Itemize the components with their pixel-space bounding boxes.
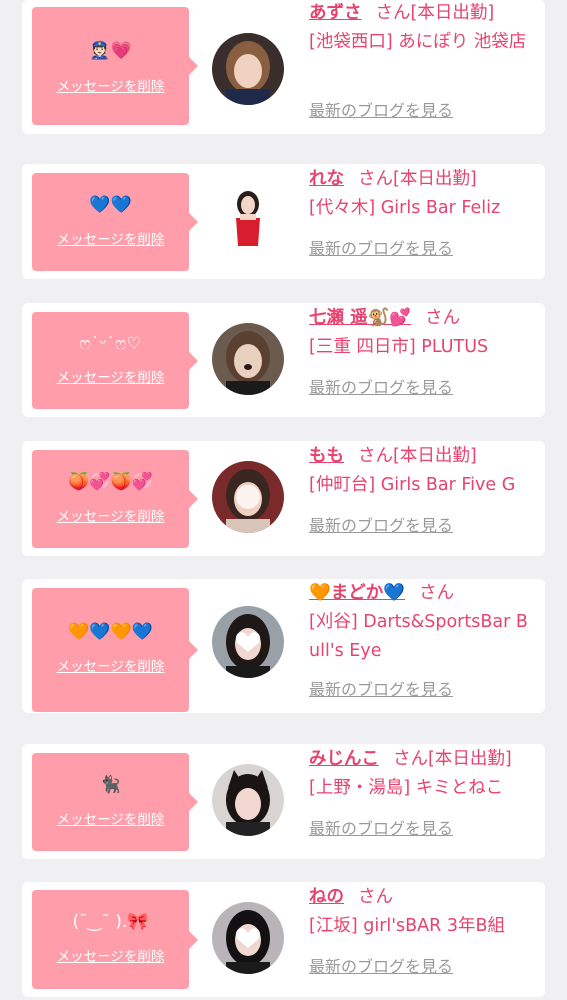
girl-info: 七瀬 遥🐒💕 さん [三重 四日市] PLUTUS [309,304,537,362]
message-text: 🧡💙🧡💙 [68,622,153,642]
honorific: さん [358,887,393,907]
message-card: 👮🏻💗 メッセージを削除 あずさ さん[本日出勤] [池袋西口] あにぽり 池袋店… [22,0,545,134]
avatar[interactable] [212,461,284,533]
girl-name-link[interactable]: あずさ [309,3,362,23]
girl-name-link[interactable]: ねの [309,887,344,907]
shop-info: [仲町台] Girls Bar Five G [309,475,516,495]
delete-message-link[interactable]: メッセージを削除 [32,231,189,249]
message-text: 💙💙 [89,195,132,215]
message-card: 🍑💞🍑💞 メッセージを削除 もも さん[本日出勤] [仲町台] Girls Bar… [22,441,545,556]
girl-name-link[interactable]: もも [309,446,344,466]
shop-info: [三重 四日市] PLUTUS [309,337,489,357]
girl-info: みじんこ さん[本日出勤] [上野・湯島] キミとねこ [309,745,537,803]
honorific: さん [358,446,393,466]
delete-message-link[interactable]: メッセージを削除 [32,369,189,387]
message-text: 🐈‍⬛ [99,775,122,795]
girl-info: ねの さん [江坂] girl'sBAR 3年B組 [309,883,537,941]
attendance-status: [本日出勤] [428,749,512,769]
avatar[interactable] [212,902,284,974]
shop-info: [代々木] Girls Bar Feliz [309,198,501,218]
latest-blog-link[interactable]: 最新のブログを見る [309,956,453,978]
message-bubble: ෆ˙ᵕ˙ෆ♡ メッセージを削除 [32,312,198,409]
message-text: 🍑💞🍑💞 [68,472,153,492]
message-card: (¯‿¯ ).🎀 メッセージを削除 ねの さん [江坂] girl'sBAR 3年… [22,882,545,997]
message-card: 🧡💙🧡💙 メッセージを削除 🧡まどか💙 さん [刈谷] Darts&SportsB… [22,579,545,713]
message-text: ෆ˙ᵕ˙ෆ♡ [79,334,142,354]
shop-info: [刈谷] Darts&SportsBar Bull's Eye [309,612,528,661]
message-text: 👮🏻💗 [89,41,132,61]
attendance-status: [本日出勤] [393,169,477,189]
avatar[interactable] [212,323,284,395]
shop-info: [上野・湯島] キミとねこ [309,778,504,798]
girl-info: 🧡まどか💙 さん [刈谷] Darts&SportsBar Bull's Eye [309,579,537,666]
girl-name-link[interactable]: 七瀬 遥🐒💕 [309,308,411,328]
latest-blog-link[interactable]: 最新のブログを見る [309,377,453,399]
honorific: さん [358,169,393,189]
message-text: (¯‿¯ ).🎀 [72,912,149,932]
honorific: さん [393,749,428,769]
message-bubble: 🧡💙🧡💙 メッセージを削除 [32,588,198,712]
girl-name-link[interactable]: 🧡まどか💙 [309,583,405,603]
latest-blog-link[interactable]: 最新のブログを見る [309,515,453,537]
avatar[interactable] [212,184,284,256]
message-bubble: 🍑💞🍑💞 メッセージを削除 [32,450,198,548]
delete-message-link[interactable]: メッセージを削除 [32,658,189,676]
avatar[interactable] [212,764,284,836]
delete-message-link[interactable]: メッセージを削除 [32,508,189,526]
latest-blog-link[interactable]: 最新のブログを見る [309,100,453,122]
message-bubble: 🐈‍⬛ メッセージを削除 [32,753,198,851]
girl-info: もも さん[本日出勤] [仲町台] Girls Bar Five G [309,442,537,500]
shop-info: [池袋西口] あにぽり 池袋店 [309,32,527,52]
message-bubble: 💙💙 メッセージを削除 [32,173,198,271]
latest-blog-link[interactable]: 最新のブログを見る [309,238,453,260]
delete-message-link[interactable]: メッセージを削除 [32,811,189,829]
message-card: 💙💙 メッセージを削除 れな さん[本日出勤] [代々木] Girls Bar F… [22,164,545,279]
honorific: さん [419,583,455,603]
girl-name-link[interactable]: れな [309,169,344,189]
girl-info: れな さん[本日出勤] [代々木] Girls Bar Feliz [309,165,537,223]
message-bubble: (¯‿¯ ).🎀 メッセージを削除 [32,890,198,989]
message-card: 🐈‍⬛ メッセージを削除 みじんこ さん[本日出勤] [上野・湯島] キミとねこ … [22,744,545,859]
attendance-status: [本日出勤] [393,446,477,466]
avatar[interactable] [212,33,284,105]
delete-message-link[interactable]: メッセージを削除 [32,78,189,96]
honorific: さん [425,308,461,328]
latest-blog-link[interactable]: 最新のブログを見る [309,679,453,701]
girl-info: あずさ さん[本日出勤] [池袋西口] あにぽり 池袋店 [309,0,537,57]
latest-blog-link[interactable]: 最新のブログを見る [309,818,453,840]
delete-message-link[interactable]: メッセージを削除 [32,948,189,966]
honorific: さん [375,3,411,23]
girl-name-link[interactable]: みじんこ [309,749,379,769]
message-bubble: 👮🏻💗 メッセージを削除 [32,7,198,125]
avatar[interactable] [212,606,284,678]
message-card: ෆ˙ᵕ˙ෆ♡ メッセージを削除 七瀬 遥🐒💕 さん [三重 四日市] PLUTUS… [22,303,545,417]
attendance-status: [本日出勤] [410,3,495,23]
shop-info: [江坂] girl'sBAR 3年B組 [309,916,506,936]
